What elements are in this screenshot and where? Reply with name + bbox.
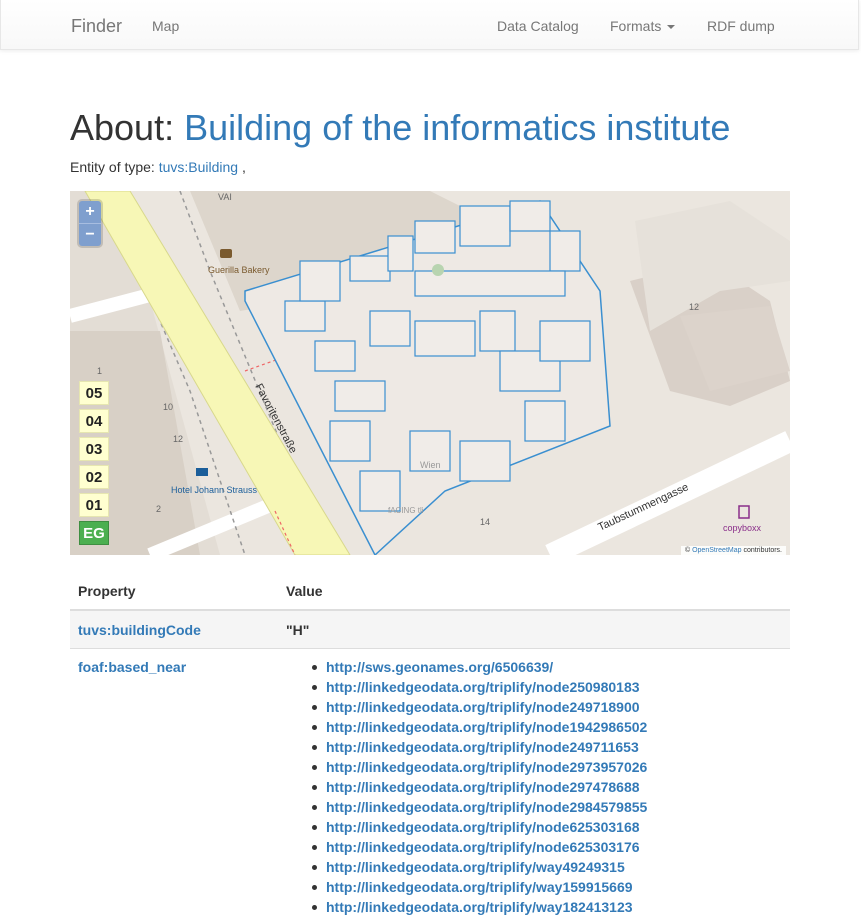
header-property: Property	[78, 583, 136, 599]
poi-label-copyboxx: copyboxx	[723, 523, 762, 533]
house-number-label: 10	[163, 402, 173, 412]
list-item: http://linkedgeodata.org/triplify/node29…	[312, 777, 647, 797]
openstreetmap-link[interactable]: OpenStreetMap	[692, 547, 741, 554]
poi-label-wien: Wien	[420, 460, 441, 470]
attribution-prefix: ©	[684, 547, 691, 554]
map-tiles: 12 10 12 1 2 14 Favoritenstraße Taubstum…	[70, 191, 790, 555]
house-number-label: 2	[156, 504, 161, 514]
hotel-icon	[196, 468, 208, 476]
map-view[interactable]: 12 10 12 1 2 14 Favoritenstraße Taubstum…	[70, 191, 790, 555]
based-near-list: http://sws.geonames.org/6506639/ http://…	[312, 657, 647, 917]
entity-type-line: Entity of type: tuvs:Building ,	[70, 159, 246, 175]
property-link-buildingcode[interactable]: tuvs:buildingCode	[78, 622, 201, 638]
table-row: tuvs:buildingCode "H"	[70, 611, 790, 649]
entity-type-link[interactable]: tuvs:Building	[159, 159, 238, 175]
bullet-icon	[312, 805, 317, 810]
based-near-link[interactable]: http://sws.geonames.org/6506639/	[326, 659, 553, 675]
level-button-04[interactable]: 04	[79, 409, 109, 433]
house-number-label: 1	[97, 366, 102, 376]
list-item: http://linkedgeodata.org/triplify/way159…	[312, 877, 647, 897]
entity-title-link[interactable]: Building of the informatics institute	[184, 107, 730, 148]
poi-label-guerilla-bakery: Guerilla Bakery	[208, 265, 270, 275]
bullet-icon	[312, 745, 317, 750]
cafe-icon	[220, 249, 232, 258]
title-prefix: About:	[70, 107, 175, 148]
nav-formats-dropdown[interactable]: Formats	[610, 18, 676, 34]
poi-label-vai: VAI	[218, 192, 232, 202]
list-item: http://linkedgeodata.org/triplify/node29…	[312, 797, 647, 817]
list-item: http://linkedgeodata.org/triplify/node62…	[312, 817, 647, 837]
map-attribution: © OpenStreetMap contributors.	[680, 546, 786, 555]
zoom-in-button[interactable]: +	[79, 201, 101, 223]
bullet-icon	[312, 765, 317, 770]
street-label-taubstummengasse: Taubstummengasse	[596, 481, 690, 533]
based-near-link[interactable]: http://linkedgeodata.org/triplify/node25…	[326, 679, 640, 695]
property-link-based-near[interactable]: foaf:based_near	[78, 659, 186, 675]
list-item: http://linkedgeodata.org/triplify/node19…	[312, 717, 647, 737]
house-number-label: 14	[480, 517, 490, 527]
bullet-icon	[312, 685, 317, 690]
value-buildingcode: "H"	[286, 622, 310, 638]
based-near-link[interactable]: http://linkedgeodata.org/triplify/node19…	[326, 719, 647, 735]
level-button-eg[interactable]: EG	[79, 521, 109, 545]
house-number-label: 12	[173, 434, 183, 444]
list-item: http://linkedgeodata.org/triplify/way182…	[312, 897, 647, 917]
header-value: Value	[286, 583, 323, 599]
bullet-icon	[312, 665, 317, 670]
nav-data-catalog-link[interactable]: Data Catalog	[497, 18, 579, 34]
bullet-icon	[312, 785, 317, 790]
poi-label-facing: fACING tli	[388, 506, 424, 515]
brand-link[interactable]: Finder	[71, 16, 122, 37]
list-item: http://linkedgeodata.org/triplify/node24…	[312, 697, 647, 717]
house-number-label: 12	[689, 302, 699, 312]
bullet-icon	[312, 825, 317, 830]
navbar: Finder Map Data Catalog Formats RDF dump	[0, 0, 859, 50]
nav-rdf-dump-link[interactable]: RDF dump	[707, 18, 775, 34]
entity-type-suffix: ,	[242, 159, 246, 175]
tree-icon	[432, 264, 444, 276]
level-button-01[interactable]: 01	[79, 493, 109, 517]
list-item: http://sws.geonames.org/6506639/	[312, 657, 647, 677]
based-near-link[interactable]: http://linkedgeodata.org/triplify/way182…	[326, 899, 633, 915]
bullet-icon	[312, 725, 317, 730]
list-item: http://linkedgeodata.org/triplify/node62…	[312, 837, 647, 857]
list-item: http://linkedgeodata.org/triplify/way492…	[312, 857, 647, 877]
bullet-icon	[312, 845, 317, 850]
based-near-link[interactable]: http://linkedgeodata.org/triplify/node29…	[326, 799, 647, 815]
nav-map-link[interactable]: Map	[152, 18, 179, 34]
based-near-link[interactable]: http://linkedgeodata.org/triplify/node29…	[326, 779, 640, 795]
poi-label-hotel: Hotel Johann Strauss	[171, 485, 258, 495]
floor-level-selector: 05 04 03 02 01 EG	[79, 381, 111, 549]
attribution-suffix: contributors.	[743, 547, 782, 554]
level-button-05[interactable]: 05	[79, 381, 109, 405]
based-near-link[interactable]: http://linkedgeodata.org/triplify/way492…	[326, 859, 625, 875]
based-near-link[interactable]: http://linkedgeodata.org/triplify/node62…	[326, 839, 640, 855]
bullet-icon	[312, 865, 317, 870]
formats-label: Formats	[610, 18, 662, 34]
entity-type-label: Entity of type:	[70, 159, 155, 175]
based-near-link[interactable]: http://linkedgeodata.org/triplify/node62…	[326, 819, 640, 835]
zoom-out-button[interactable]: −	[79, 223, 101, 246]
based-near-link[interactable]: http://linkedgeodata.org/triplify/node24…	[326, 699, 640, 715]
level-button-03[interactable]: 03	[79, 437, 109, 461]
list-item: http://linkedgeodata.org/triplify/node29…	[312, 757, 647, 777]
bullet-icon	[312, 885, 317, 890]
list-item: http://linkedgeodata.org/triplify/node25…	[312, 677, 647, 697]
based-near-link[interactable]: http://linkedgeodata.org/triplify/way159…	[326, 879, 633, 895]
caret-down-icon	[667, 25, 676, 30]
bullet-icon	[312, 705, 317, 710]
level-button-02[interactable]: 02	[79, 465, 109, 489]
based-near-link[interactable]: http://linkedgeodata.org/triplify/node29…	[326, 759, 647, 775]
page-title: About: Building of the informatics insti…	[70, 108, 730, 148]
list-item: http://linkedgeodata.org/triplify/node24…	[312, 737, 647, 757]
zoom-control: + −	[79, 201, 101, 246]
copy-shop-icon	[738, 505, 750, 519]
bullet-icon	[312, 905, 317, 910]
based-near-link[interactable]: http://linkedgeodata.org/triplify/node24…	[326, 739, 639, 755]
